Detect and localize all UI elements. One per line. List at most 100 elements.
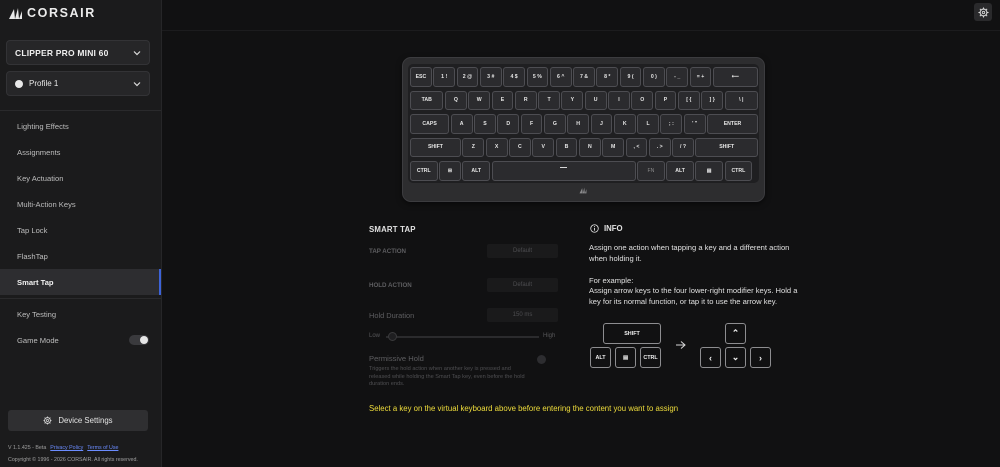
permissive-hold-toggle[interactable] — [537, 355, 546, 364]
keyboard-key[interactable]: 7 & — [573, 67, 595, 87]
keyboard-key[interactable]: I — [608, 90, 630, 110]
sidebar-item-assignments[interactable]: Assignments — [0, 139, 161, 165]
chevron-down-icon — [133, 81, 141, 86]
hold-duration-slider[interactable] — [386, 336, 539, 338]
keyboard-key[interactable]: 4 $ — [503, 67, 525, 87]
brand-name: CORSAIR — [27, 6, 96, 20]
keyboard-key[interactable]: . > — [648, 137, 671, 157]
keyboard-key[interactable]: Y — [561, 90, 584, 110]
keyboard-key[interactable]: / ? — [672, 137, 694, 157]
keyboard-key[interactable]: CTRL — [410, 161, 438, 181]
tap-action-field[interactable]: Default — [487, 244, 558, 258]
keyboard-key[interactable]: FN — [637, 161, 665, 181]
keyboard-key[interactable]: TAB — [410, 90, 444, 110]
keyboard-key[interactable]: Z — [462, 137, 485, 157]
keyboard-key[interactable]: SHIFT — [695, 137, 758, 157]
hold-duration-field[interactable]: 150 ms — [487, 308, 558, 322]
keyboard-key[interactable]: L — [637, 114, 659, 134]
keyboard-key[interactable]: J — [590, 114, 613, 134]
hold-action-field[interactable]: Default — [487, 278, 558, 292]
select-key-notice: Select a key on the virtual keyboard abo… — [369, 404, 679, 413]
keyboard-key[interactable]: 1 ! — [433, 67, 456, 87]
keyboard-key[interactable]: B — [555, 137, 578, 157]
hold-duration-slider-thumb[interactable] — [388, 332, 397, 341]
example-down-arrow-key: ⌄ — [725, 347, 746, 368]
keyboard-key[interactable]: W — [468, 90, 491, 110]
device-settings-button[interactable]: Device Settings — [8, 410, 148, 431]
sidebar-item-smart-tap[interactable]: Smart Tap — [0, 269, 161, 295]
example-right-arrow-key: › — [750, 347, 771, 368]
info-paragraph-1: Assign one action when tapping a key and… — [589, 243, 790, 263]
sidebar-item-tap-lock[interactable]: Tap Lock — [0, 217, 161, 243]
keyboard-key-space[interactable] — [491, 161, 636, 181]
keyboard-key[interactable]: ALT — [666, 161, 694, 181]
copyright-text: Copyright © 1996 - 2026 CORSAIR. All rig… — [8, 457, 138, 463]
example-up-arrow-key: ⌃ — [725, 323, 746, 344]
keyboard-key[interactable]: \ | — [724, 90, 758, 110]
keyboard-key[interactable]: , < — [625, 137, 648, 157]
example-ctrl-key: CTRL — [640, 347, 661, 368]
profile-color-dot — [15, 79, 23, 88]
keyboard-key[interactable]: C — [509, 137, 531, 157]
keyboard-key[interactable]: H — [567, 114, 590, 134]
keyboard-key[interactable]: D — [497, 114, 520, 134]
keyboard-key[interactable]: - _ — [666, 67, 689, 87]
app-settings-button[interactable] — [974, 3, 992, 21]
sidebar-item-key-testing[interactable]: Key Testing — [0, 301, 161, 327]
keyboard-key[interactable]: 8 * — [596, 67, 619, 87]
sidebar: CORSAIR CLIPPER PRO MINI 60 Profile 1 Li… — [0, 0, 162, 467]
sidebar-item-lighting-effects[interactable]: Lighting Effects — [0, 113, 161, 139]
keyboard-key[interactable]: M — [602, 137, 625, 157]
keyboard-key[interactable]: S — [474, 114, 496, 134]
keyboard-key[interactable]: ] } — [701, 90, 724, 110]
keyboard-key[interactable]: ; : — [660, 114, 683, 134]
example-shift-key: SHIFT — [603, 323, 661, 344]
keyboard-key[interactable]: K — [613, 114, 636, 134]
keyboard-key[interactable]: G — [543, 114, 566, 134]
keyboard-key[interactable]: = + — [689, 67, 712, 87]
device-name: CLIPPER PRO MINI 60 — [15, 47, 109, 58]
keyboard-key[interactable]: 0 ) — [643, 67, 665, 87]
keyboard-key[interactable]: ' " — [683, 114, 706, 134]
game-mode-toggle[interactable] — [129, 335, 149, 345]
keyboard-key[interactable]: 9 ( — [619, 67, 642, 87]
keyboard-key[interactable]: A — [450, 114, 473, 134]
keyboard-key[interactable]: CTRL — [724, 161, 753, 181]
device-dropdown[interactable]: CLIPPER PRO MINI 60 — [6, 40, 150, 65]
sidebar-item-multi-action-keys[interactable]: Multi-Action Keys — [0, 191, 161, 217]
keyboard-key[interactable]: V — [532, 137, 555, 157]
keyboard-key[interactable]: CAPS — [410, 114, 450, 134]
keyboard-key[interactable]: E — [491, 90, 514, 110]
sidebar-item-flashtap[interactable]: FlashTap — [0, 243, 161, 269]
profile-dropdown[interactable]: Profile 1 — [6, 71, 150, 96]
keyboard-key[interactable]: N — [578, 137, 601, 157]
keyboard-key[interactable]: ⊞ — [439, 161, 461, 181]
example-left-arrow-key: ‹ — [700, 347, 721, 368]
keyboard-key[interactable]: 2 @ — [456, 67, 479, 87]
keyboard-key[interactable]: F — [520, 114, 543, 134]
keyboard-key[interactable]: SHIFT — [410, 137, 461, 157]
keyboard-key[interactable]: 5 % — [526, 67, 549, 87]
terms-of-use-link[interactable]: Terms of Use — [87, 445, 118, 451]
game-mode-label: Game Mode — [17, 335, 59, 345]
privacy-policy-link[interactable]: Privacy Policy — [50, 445, 83, 451]
keyboard-key[interactable]: ▤ — [695, 161, 724, 181]
keyboard-key[interactable]: ⟵ — [712, 67, 758, 87]
keyboard-key[interactable]: 3 # — [479, 67, 502, 87]
keyboard-key[interactable]: [ { — [677, 90, 700, 110]
keyboard-key[interactable]: ALT — [462, 161, 491, 181]
keyboard-key[interactable]: P — [654, 90, 677, 110]
keyboard-key[interactable]: X — [485, 137, 508, 157]
sidebar-item-key-actuation[interactable]: Key Actuation — [0, 165, 161, 191]
keyboard-key[interactable]: ENTER — [707, 114, 758, 134]
keyboard-key[interactable]: R — [514, 90, 537, 110]
keyboard-key[interactable]: Q — [444, 90, 467, 110]
keyboard-key[interactable]: T — [538, 90, 560, 110]
keyboard-key[interactable]: 6 ^ — [549, 67, 572, 87]
keyboard-key[interactable]: U — [584, 90, 607, 110]
corsair-sails-icon — [579, 187, 587, 194]
keyboard-key[interactable]: ESC — [410, 67, 432, 87]
permissive-hold-label: Permissive Hold — [369, 354, 424, 363]
keyboard-key[interactable]: O — [631, 90, 654, 110]
keyboard-key-area: ESC 1 ! 2 @3 #4 $5 % 6 ^ 7 & 8 * 9 (0 ) - _ = + ⟵… — [408, 64, 759, 183]
